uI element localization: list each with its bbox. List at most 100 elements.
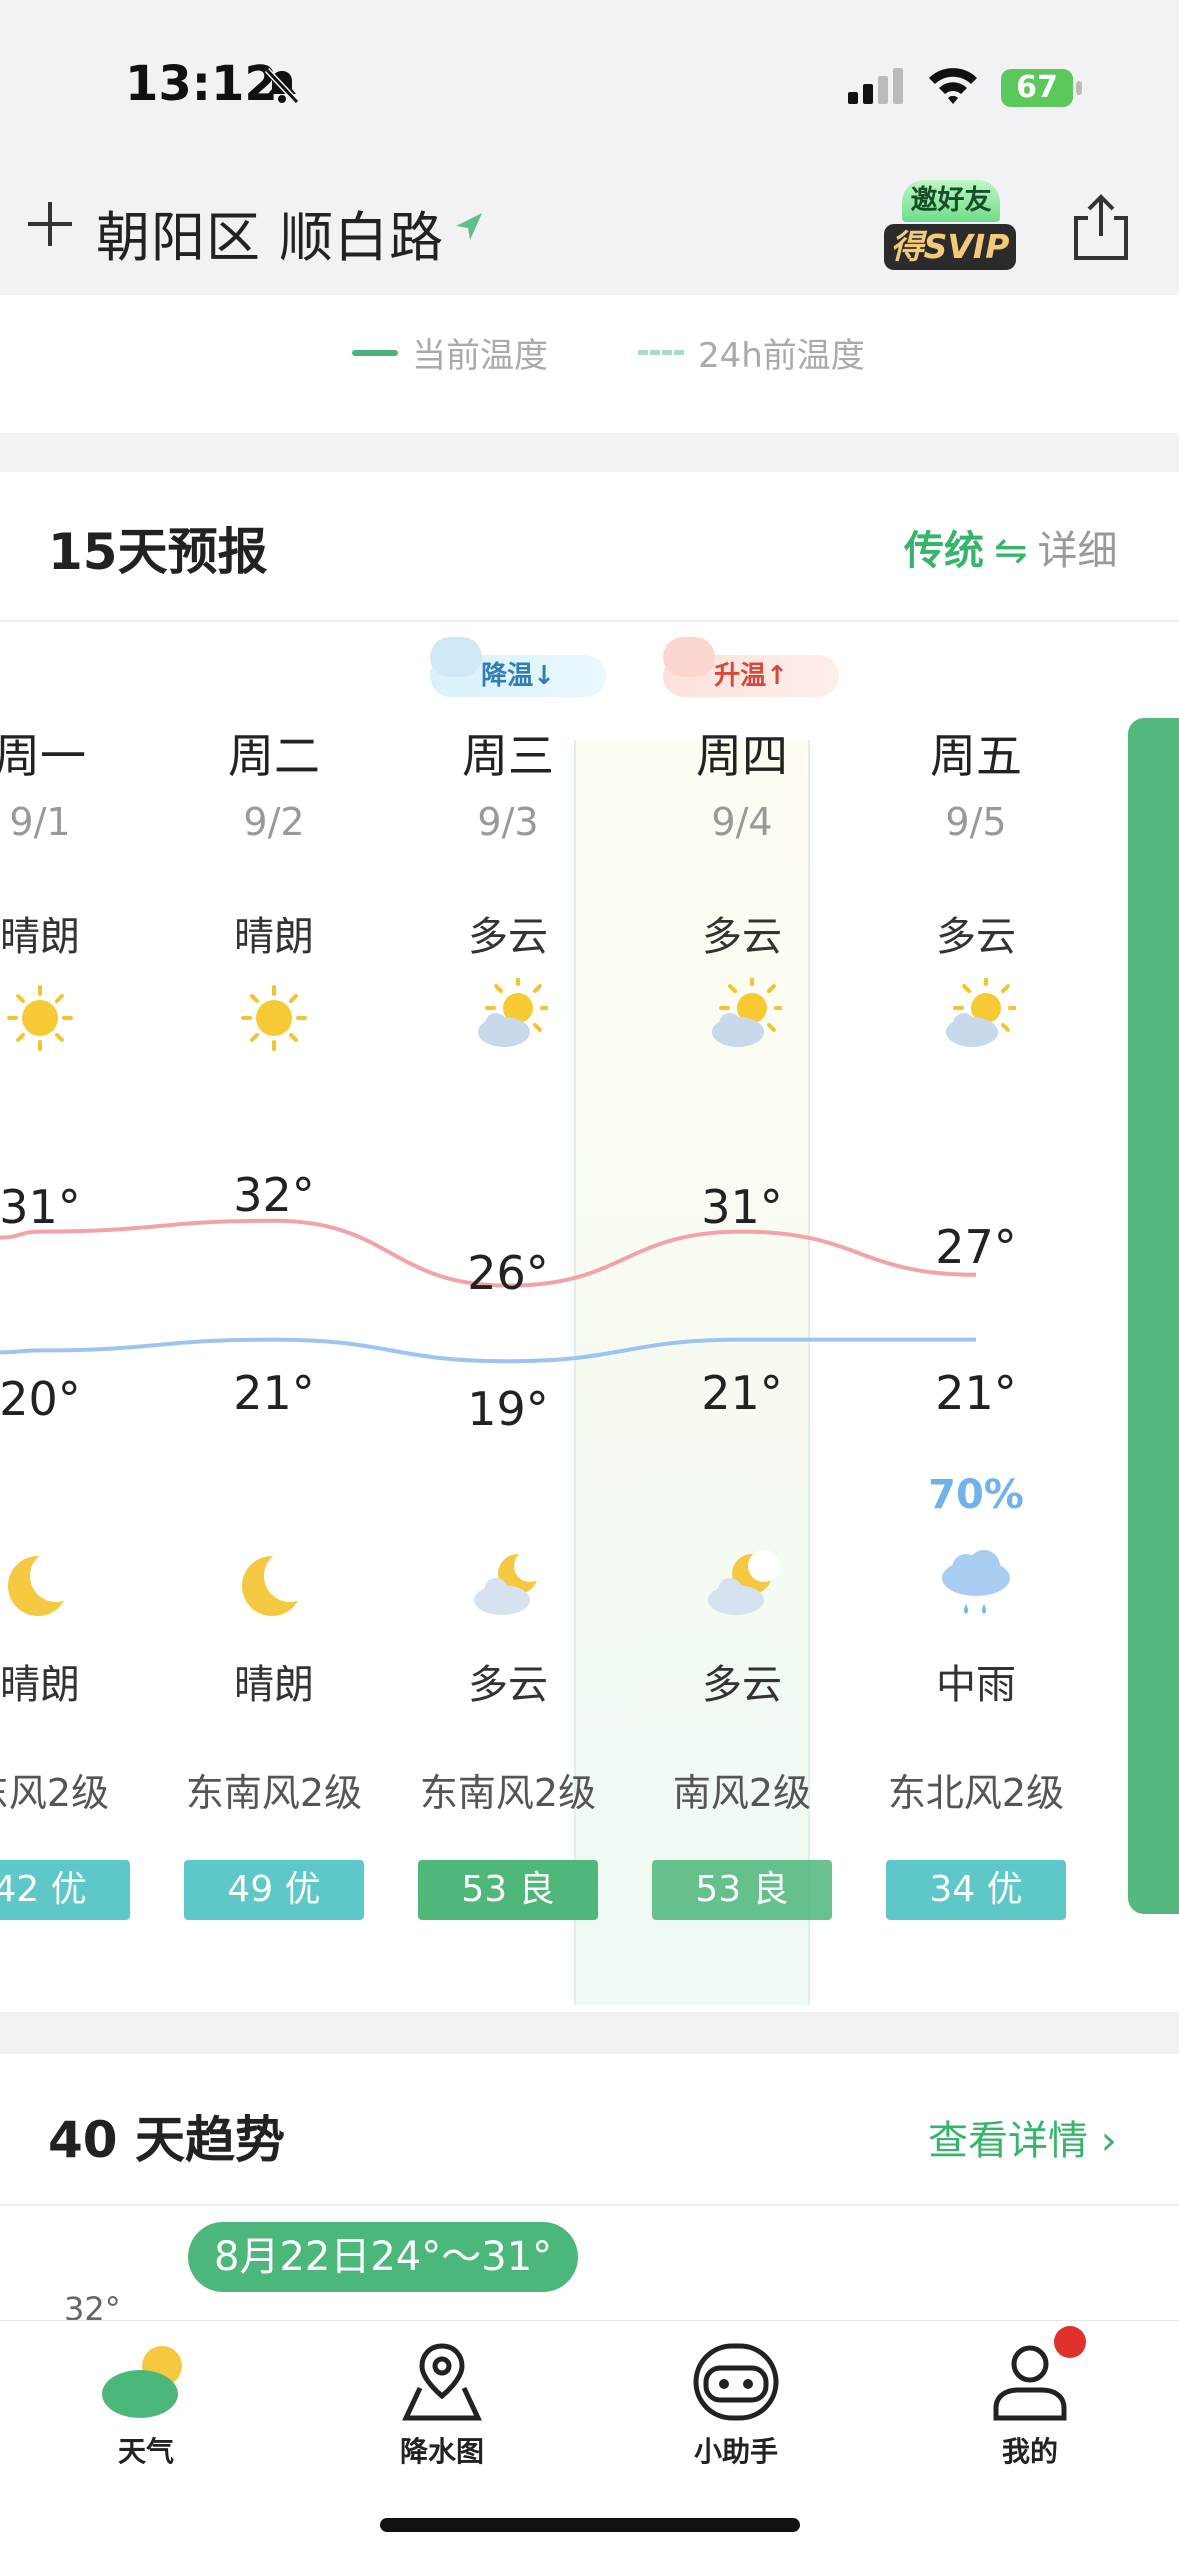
day-date: 9/3 xyxy=(477,800,539,844)
tab-precip-map[interactable]: 降水图 xyxy=(352,2336,532,2470)
cloudy-night-icon xyxy=(702,1546,782,1626)
wind-level: 东北风2级 xyxy=(887,1771,1065,1815)
tab-profile[interactable]: 我的 xyxy=(940,2336,1120,2470)
wind-level: 东风2级 xyxy=(0,1771,110,1815)
sun-icon xyxy=(0,978,80,1058)
cloud-icon xyxy=(663,637,715,677)
aqi-badge[interactable]: 42 优 xyxy=(0,1860,130,1920)
day-high-temp: 32° xyxy=(233,1168,315,1222)
map-pin-icon xyxy=(402,2343,482,2421)
location-arrow-icon xyxy=(456,213,482,240)
day-low-temp: 21° xyxy=(233,1366,315,1420)
status-time: 13:12 xyxy=(125,56,278,112)
day-weekday: 周四 xyxy=(696,729,788,783)
wind-level: 东南风2级 xyxy=(419,1771,597,1815)
night-condition: 多云 xyxy=(702,1662,782,1708)
tab-weather[interactable]: 天气 xyxy=(56,2336,236,2470)
weather-icon xyxy=(102,2346,182,2418)
temp-rise-tag: 升温↑ xyxy=(663,637,839,697)
cellular-signal-icon xyxy=(848,68,903,104)
notification-dot xyxy=(1054,2326,1086,2358)
partly-cloudy-icon xyxy=(468,975,551,1058)
rain-icon xyxy=(936,1546,1016,1626)
current-temp-legend-swatch xyxy=(352,349,398,356)
day-condition: 多云 xyxy=(702,914,782,960)
night-condition: 晴朗 xyxy=(0,1662,80,1708)
partly-cloudy-icon xyxy=(936,975,1019,1058)
add-city-icon[interactable] xyxy=(22,196,78,252)
day-low-temp: 20° xyxy=(0,1372,81,1426)
moon-icon xyxy=(234,1546,316,1626)
day-date: 9/2 xyxy=(243,800,305,844)
previous-temp-legend-swatch xyxy=(638,350,684,355)
day-condition: 晴朗 xyxy=(0,914,80,960)
wifi-icon xyxy=(929,68,977,104)
legend-current: 当前温度 xyxy=(412,336,548,376)
chevron-right-icon: › xyxy=(1100,2118,1117,2164)
partly-cloudy-icon xyxy=(702,975,785,1058)
assistant-icon xyxy=(693,2343,779,2421)
swap-icon: ⇋ xyxy=(994,528,1028,574)
trend-40-title: 40 天趋势 xyxy=(48,2111,285,2169)
night-condition: 多云 xyxy=(468,1662,548,1708)
day-condition: 多云 xyxy=(936,914,1016,960)
wind-level: 南风2级 xyxy=(672,1771,812,1815)
day-date: 9/1 xyxy=(9,800,71,844)
day-high-temp: 27° xyxy=(935,1220,1017,1274)
battery-icon: 67 xyxy=(1000,68,1084,108)
forecast-15-title: 15天预报 xyxy=(48,523,268,581)
cloud-icon xyxy=(430,637,482,677)
aqi-badge[interactable]: 53 良 xyxy=(418,1860,598,1920)
day-weekday: 周五 xyxy=(930,729,1022,783)
legend-previous: 24h前温度 xyxy=(698,336,865,376)
tab-assistant[interactable]: 小助手 xyxy=(646,2336,826,2470)
cloudy-night-icon xyxy=(468,1546,548,1626)
day-weekday: 周三 xyxy=(462,729,554,783)
day-condition: 晴朗 xyxy=(234,914,314,960)
night-condition: 中雨 xyxy=(936,1662,1016,1708)
temp-drop-label: 降温↓ xyxy=(481,661,555,691)
svip-label: 得SVIP xyxy=(884,224,1016,270)
day-high-temp: 26° xyxy=(467,1246,549,1300)
day-low-temp: 21° xyxy=(701,1366,783,1420)
day-low-temp: 19° xyxy=(467,1382,549,1436)
tab-profile-label: 我的 xyxy=(1001,2435,1058,2468)
sun-icon xyxy=(234,978,314,1058)
view-details-label: 查看详情 xyxy=(928,2118,1088,2164)
location-title[interactable]: 朝阳区 顺白路 xyxy=(96,193,444,272)
invite-svip-badge[interactable]: 邀好友 得SVIP xyxy=(884,180,1016,272)
day-weekday: 周二 xyxy=(228,729,320,783)
temperature-legend: 当前温度 24h前温度 xyxy=(352,328,865,377)
day-high-temp: 31° xyxy=(0,1180,81,1234)
wind-level: 东南风2级 xyxy=(185,1771,363,1815)
temp-rise-label: 升温↑ xyxy=(714,661,788,691)
tab-weather-label: 天气 xyxy=(117,2435,174,2468)
aqi-badge[interactable]: 34 优 xyxy=(886,1860,1066,1920)
svip-invite-label: 邀好友 xyxy=(902,180,1000,222)
mode-detailed[interactable]: 详细 xyxy=(1038,528,1118,574)
view-details-link[interactable]: 查看详情 › xyxy=(928,2108,1117,2166)
temp-drop-tag: 降温↓ xyxy=(430,637,606,697)
trend-tooltip-pill: 8月22日24°～31° xyxy=(188,2222,579,2292)
night-condition: 晴朗 xyxy=(234,1662,314,1708)
low-temp-line xyxy=(0,1337,976,1364)
day-weekday: 周一 xyxy=(0,729,86,783)
aqi-badge[interactable]: 49 优 xyxy=(184,1860,364,1920)
precip-probability: 70% xyxy=(928,1472,1024,1518)
aqi-badge[interactable]: 53 良 xyxy=(652,1860,832,1920)
day-date: 9/4 xyxy=(711,800,773,844)
mode-traditional[interactable]: 传统 xyxy=(904,528,984,574)
view-mode-toggle[interactable]: 传统 ⇋ 详细 xyxy=(904,518,1118,576)
day-date: 9/5 xyxy=(945,800,1007,844)
day-high-temp: 31° xyxy=(701,1180,783,1234)
day-condition: 多云 xyxy=(468,914,548,960)
share-icon[interactable] xyxy=(1070,192,1132,264)
tab-assistant-label: 小助手 xyxy=(693,2435,778,2468)
home-indicator xyxy=(380,2518,800,2532)
silent-bell-icon xyxy=(264,67,300,105)
divider xyxy=(0,620,1179,622)
day-low-temp: 21° xyxy=(935,1366,1017,1420)
divider xyxy=(0,2204,1179,2206)
battery-percent: 67 xyxy=(1016,70,1058,105)
moon-icon xyxy=(0,1546,82,1626)
